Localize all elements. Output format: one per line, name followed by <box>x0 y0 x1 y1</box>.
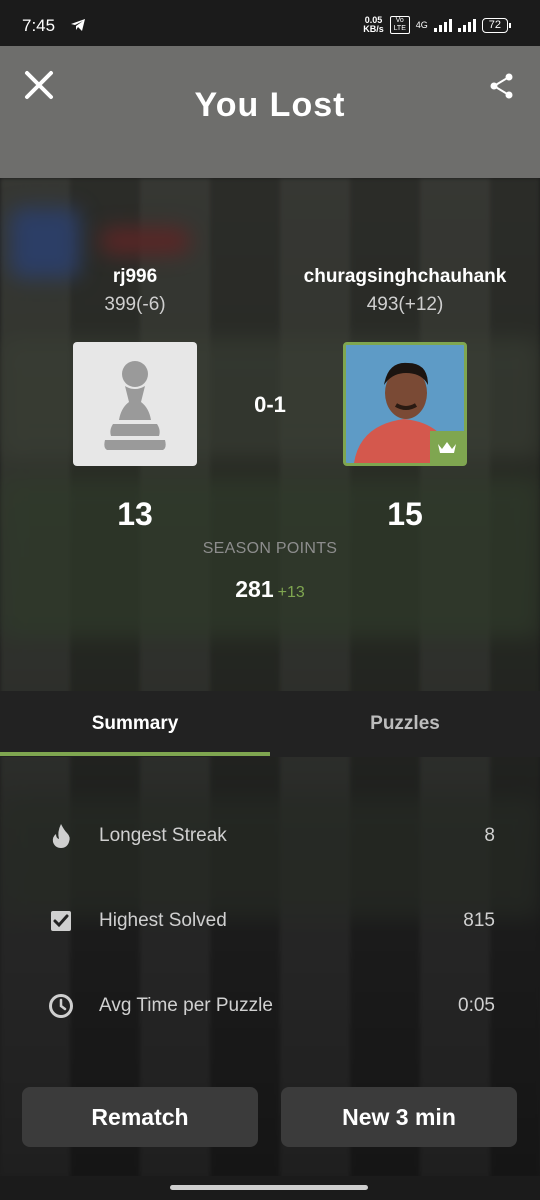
season-points-delta: +13 <box>277 584 305 601</box>
telegram-icon <box>71 19 85 31</box>
signal-icon-2 <box>457 18 476 32</box>
status-time: 7:45 <box>22 16 56 35</box>
rematch-button[interactable]: Rematch <box>22 1087 258 1147</box>
player-white: rj996 399(-6) <box>0 266 270 316</box>
flame-icon <box>52 824 70 848</box>
volte-badge: Vo LTE <box>389 16 410 34</box>
tab-bar: Summary Puzzles <box>0 691 540 757</box>
crown-icon <box>438 442 456 453</box>
player-name: rj996 <box>112 266 158 287</box>
status-indicators: 0.05 KB/s Vo LTE 4G 72 <box>363 15 512 34</box>
new-game-button[interactable]: New 3 min <box>281 1087 517 1147</box>
stat-label: Highest Solved <box>99 910 227 931</box>
signal-icon <box>433 18 452 32</box>
page-title: You Lost <box>194 86 346 124</box>
result-header: You Lost <box>0 46 540 178</box>
stat-label: Avg Time per Puzzle <box>99 995 273 1016</box>
opponent-score: 15 <box>387 496 423 532</box>
tab-summary[interactable]: Summary <box>0 691 270 757</box>
gesture-handle[interactable] <box>170 1185 368 1190</box>
player-black: churagsinghchauhank 493(+12) <box>270 266 540 316</box>
stat-value: 815 <box>463 910 495 931</box>
stat-row-highest-solved: Highest Solved 815 <box>0 901 540 941</box>
active-tab-indicator <box>0 752 270 756</box>
share-icon[interactable] <box>488 72 516 100</box>
season-points-label: SEASON POINTS <box>202 540 338 557</box>
checkbox-icon <box>51 911 71 931</box>
stat-label: Longest Streak <box>99 825 227 846</box>
stat-value: 8 <box>484 825 495 846</box>
stat-row-avg-time: Avg Time per Puzzle 0:05 <box>0 986 540 1026</box>
battery-indicator: 72 <box>481 17 512 33</box>
player-rating: 399(-6) <box>104 294 166 315</box>
season-points: 281 +13 <box>0 576 540 603</box>
premium-badge <box>430 431 464 463</box>
player-score: 13 <box>117 496 153 532</box>
opponent-rating: 493(+12) <box>366 294 444 315</box>
network-speed: 0.05 KB/s <box>363 15 384 34</box>
board-background <box>0 178 540 1178</box>
season-points-value: 281 <box>235 576 274 602</box>
pawn-icon <box>104 361 166 450</box>
opponent-name: churagsinghchauhank <box>303 266 507 287</box>
clock-icon <box>49 994 73 1018</box>
network-type: 4G <box>415 20 428 30</box>
stat-row-longest-streak: Longest Streak 8 <box>0 816 540 856</box>
status-bar: 7:45 0.05 KB/s Vo LTE 4G 72 <box>0 0 540 46</box>
player-avatar[interactable] <box>73 342 197 466</box>
opponent-avatar[interactable] <box>343 342 467 466</box>
game-result: 0-1 <box>254 392 286 417</box>
system-nav-bar <box>0 1176 540 1200</box>
tab-puzzles[interactable]: Puzzles <box>270 691 540 757</box>
stat-value: 0:05 <box>458 995 495 1016</box>
